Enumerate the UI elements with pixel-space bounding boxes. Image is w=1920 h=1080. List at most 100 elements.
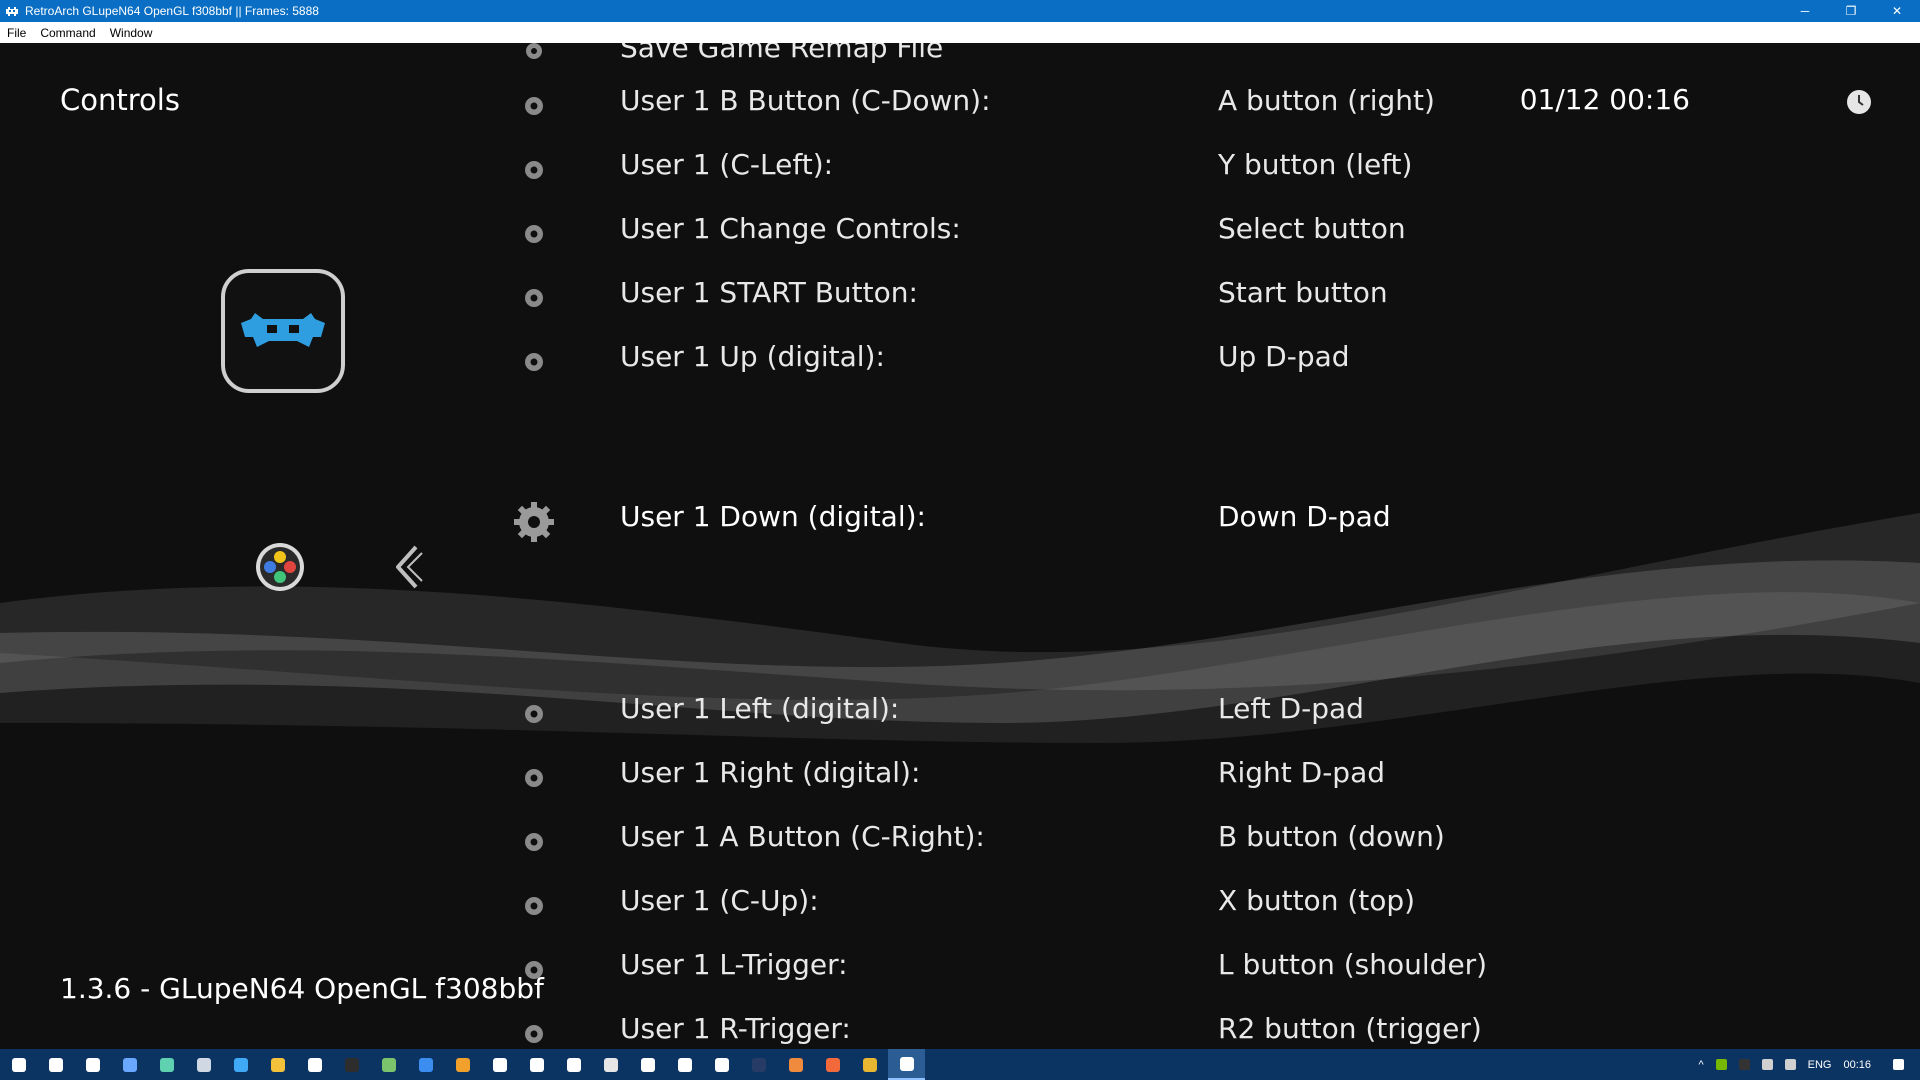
menu-row-label: User 1 START Button: [620, 276, 918, 309]
chrome-glyph [862, 1057, 877, 1072]
app-stripe-icon[interactable] [666, 1049, 703, 1080]
cortana-search-icon[interactable] [37, 1049, 74, 1080]
app-badge-icon[interactable] [814, 1049, 851, 1080]
menu-row-label: User 1 B Button (C-Down): [620, 84, 991, 117]
app-green-glyph [381, 1057, 396, 1072]
app-diamond-icon[interactable] [111, 1049, 148, 1080]
menu-row[interactable]: User 1 Left (digital): Left D-pad [0, 684, 1920, 744]
gear-icon [525, 161, 543, 179]
menu-row-value: Select button [1218, 212, 1406, 245]
menu-row[interactable]: User 1 A Button (C-Right): B button (dow… [0, 812, 1920, 872]
windows-taskbar: ^ ENG 00:16 [0, 1049, 1920, 1080]
menu-row-value: L button (shoulder) [1218, 948, 1488, 981]
terminal-glyph [344, 1057, 359, 1072]
app-dark-icon[interactable] [740, 1049, 777, 1080]
app-hc-icon[interactable] [481, 1049, 518, 1080]
app-stripe-glyph [677, 1057, 692, 1072]
app-play-icon[interactable] [407, 1049, 444, 1080]
gear-icon [525, 705, 543, 723]
menu-row-value: Down D-pad [1218, 500, 1391, 533]
app-sword-icon[interactable] [703, 1049, 740, 1080]
gear-icon [525, 289, 543, 307]
app-badge-glyph [825, 1057, 840, 1072]
menu-row[interactable]: User 1 Right (digital): Right D-pad [0, 748, 1920, 808]
app-diamond-glyph [122, 1057, 137, 1072]
language-indicator[interactable]: ENG [1802, 1059, 1838, 1071]
restore-button[interactable]: ❐ [1828, 0, 1874, 22]
menu-file[interactable]: File [0, 26, 33, 40]
task-view-icon[interactable] [74, 1049, 111, 1080]
app-gamepad-glyph [640, 1057, 655, 1072]
steam-glyph [196, 1057, 211, 1072]
menu-row-selected[interactable]: User 1 Down (digital): Down D-pad [0, 492, 1920, 552]
menu-row-label: User 1 Down (digital): [620, 500, 926, 533]
menu-row-label: User 1 (C-Up): [620, 884, 819, 917]
app-gamepad-icon[interactable] [629, 1049, 666, 1080]
volume-icon[interactable] [1779, 1059, 1802, 1070]
start-button-icon[interactable] [0, 1049, 37, 1080]
gear-icon [525, 97, 543, 115]
app-cube-icon[interactable] [148, 1049, 185, 1080]
minimize-button[interactable]: ─ [1782, 0, 1828, 22]
app-tile-glyph [603, 1057, 618, 1072]
edge-icon[interactable] [222, 1049, 259, 1080]
store-icon[interactable] [296, 1049, 333, 1080]
gear-icon [526, 43, 542, 59]
app-green-icon[interactable] [370, 1049, 407, 1080]
retroarch-taskbar-icon[interactable] [888, 1049, 925, 1080]
gear-icon [525, 897, 543, 915]
gear-icon [525, 1025, 543, 1043]
menu-row[interactable]: User 1 Up (digital): Up D-pad [0, 332, 1920, 392]
menu-row[interactable]: User 1 START Button: Start button [0, 268, 1920, 328]
menu-row-value: Up D-pad [1218, 340, 1350, 373]
menu-row-label: User 1 A Button (C-Right): [620, 820, 985, 853]
app-sword-glyph [714, 1057, 729, 1072]
menu-window[interactable]: Window [103, 26, 160, 40]
menu-row-label: User 1 L-Trigger: [620, 948, 848, 981]
app-shield-glyph [788, 1057, 803, 1072]
xbox-icon[interactable] [518, 1049, 555, 1080]
menu-row-label: User 1 Left (digital): [620, 692, 900, 725]
app-shield-icon[interactable] [777, 1049, 814, 1080]
action-center-icon[interactable] [1877, 1059, 1920, 1070]
terminal-icon[interactable] [333, 1049, 370, 1080]
app-play-glyph [418, 1057, 433, 1072]
menu-row[interactable]: User 1 Change Controls: Select button [0, 204, 1920, 264]
menu-row-label: User 1 Change Controls: [620, 212, 961, 245]
system-tray: ^ ENG 00:16 [1692, 1049, 1920, 1080]
app-tile-icon[interactable] [592, 1049, 629, 1080]
gear-icon [525, 833, 543, 851]
app-orange-icon[interactable] [444, 1049, 481, 1080]
xmb-menu-screen: Controls 01/12 00:16 Save Game Remap Fil… [0, 43, 1920, 1049]
menu-row-value: Y button (left) [1218, 148, 1413, 181]
app-crown-glyph [566, 1057, 581, 1072]
menu-row-label: Save Game Remap File [620, 43, 944, 64]
menu-row-value: R2 button (trigger) [1218, 1012, 1482, 1045]
menu-row-label: User 1 Up (digital): [620, 340, 885, 373]
retroarch-app-icon [5, 4, 19, 18]
app-crown-icon[interactable] [555, 1049, 592, 1080]
menu-row-value: Left D-pad [1218, 692, 1364, 725]
menu-command[interactable]: Command [33, 26, 102, 40]
tray-app-icon[interactable] [1733, 1059, 1756, 1070]
nvidia-tray-icon[interactable] [1710, 1059, 1733, 1070]
menu-row-value: X button (top) [1218, 884, 1416, 917]
start-button-glyph [11, 1057, 26, 1072]
close-button[interactable]: ✕ [1874, 0, 1920, 22]
steam-icon[interactable] [185, 1049, 222, 1080]
menu-row[interactable]: User 1 R-Trigger: R2 button (trigger) [0, 1004, 1920, 1049]
network-icon[interactable] [1756, 1059, 1779, 1070]
xbox-glyph [529, 1057, 544, 1072]
taskbar-clock[interactable]: 00:16 [1837, 1059, 1877, 1071]
menu-row-label: User 1 Right (digital): [620, 756, 921, 789]
gear-icon [525, 225, 543, 243]
file-explorer-icon[interactable] [259, 1049, 296, 1080]
menu-row-label: User 1 (C-Left): [620, 148, 834, 181]
show-hidden-icons-button[interactable]: ^ [1692, 1059, 1709, 1071]
menu-row-label: User 1 R-Trigger: [620, 1012, 851, 1045]
menu-row-value: B button (down) [1218, 820, 1445, 853]
menu-row[interactable]: User 1 (C-Left): Y button (left) [0, 140, 1920, 200]
chrome-icon[interactable] [851, 1049, 888, 1080]
menu-row[interactable]: User 1 (C-Up): X button (top) [0, 876, 1920, 936]
menu-row[interactable]: User 1 B Button (C-Down): A button (righ… [0, 76, 1920, 136]
